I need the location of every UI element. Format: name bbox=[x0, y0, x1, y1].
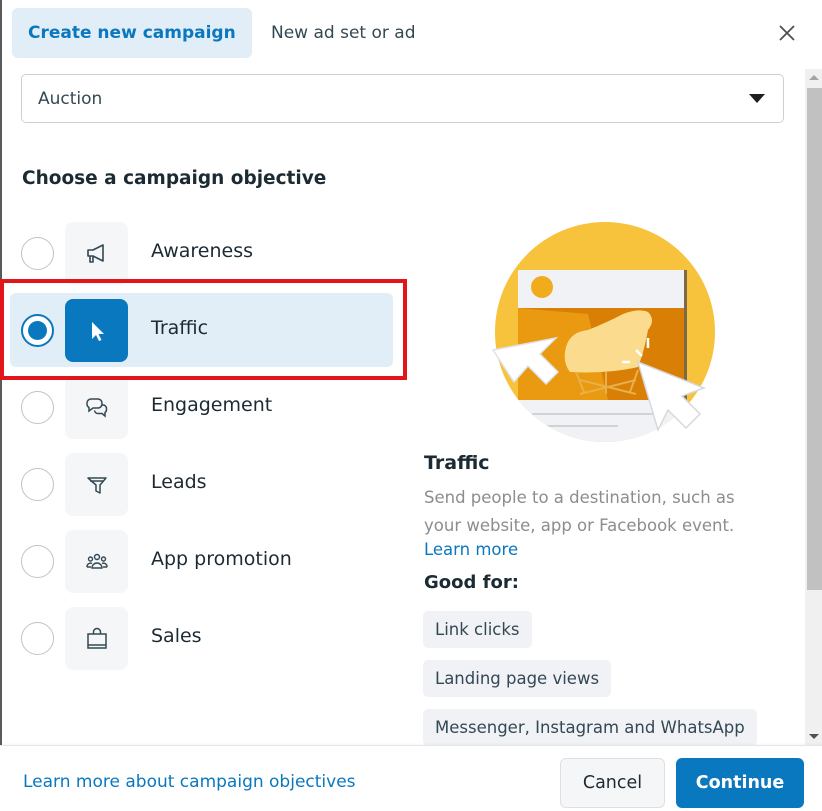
good-for-tag: Link clicks bbox=[423, 611, 532, 648]
window-edge bbox=[0, 0, 2, 811]
continue-button[interactable]: Continue bbox=[676, 758, 804, 808]
scrollbar[interactable] bbox=[805, 69, 822, 745]
megaphone-icon bbox=[86, 243, 104, 263]
objective-label: Sales bbox=[151, 625, 202, 647]
dialog-footer: Learn more about campaign objectives Can… bbox=[0, 745, 822, 811]
cursor-icon bbox=[91, 321, 104, 341]
objective-label: Traffic bbox=[151, 317, 209, 339]
shopping-bag-icon bbox=[86, 627, 107, 649]
objective-engagement[interactable]: Engagement bbox=[10, 370, 393, 444]
good-for-tag: Messenger, Instagram and WhatsApp bbox=[423, 709, 757, 746]
objective-radio[interactable] bbox=[21, 391, 54, 424]
learn-more-link[interactable]: Learn more bbox=[424, 540, 518, 559]
objective-radio[interactable] bbox=[21, 237, 54, 270]
buying-type-value: Auction bbox=[38, 88, 103, 109]
chat-bubbles-icon bbox=[85, 397, 107, 418]
scroll-down-arrow-icon[interactable] bbox=[809, 734, 819, 739]
objective-radio[interactable] bbox=[21, 468, 54, 501]
objective-icon-tile bbox=[65, 607, 128, 670]
detail-description: Send people to a destination, such as yo… bbox=[424, 488, 735, 535]
objective-label: App promotion bbox=[151, 548, 292, 570]
objective-app-promotion[interactable]: App promotion bbox=[10, 524, 393, 598]
buying-type-dropdown[interactable]: Auction bbox=[21, 74, 784, 123]
objective-icon-tile bbox=[65, 299, 128, 362]
objective-label: Engagement bbox=[151, 394, 273, 416]
objective-section-title: Choose a campaign objective bbox=[22, 168, 327, 189]
cancel-button[interactable]: Cancel bbox=[560, 758, 665, 808]
objective-radio[interactable] bbox=[21, 545, 54, 578]
objective-radio[interactable] bbox=[21, 622, 54, 655]
detail-title: Traffic bbox=[424, 452, 490, 474]
objective-icon-tile bbox=[65, 530, 128, 593]
good-for-tag: Landing page views bbox=[423, 660, 612, 697]
tab-create-new-campaign[interactable]: Create new campaign bbox=[12, 8, 252, 58]
close-icon bbox=[779, 25, 795, 41]
objective-label: Leads bbox=[151, 471, 207, 493]
people-icon bbox=[85, 553, 108, 569]
scrollbar-thumb[interactable] bbox=[807, 88, 822, 590]
traffic-illustration bbox=[491, 222, 715, 442]
objective-sales[interactable]: Sales bbox=[10, 601, 393, 675]
good-for-label: Good for: bbox=[424, 572, 519, 593]
objective-leads[interactable]: Leads bbox=[10, 447, 393, 521]
objective-icon-tile bbox=[65, 453, 128, 516]
learn-more-objectives-link[interactable]: Learn more about campaign objectives bbox=[23, 772, 356, 792]
objective-label: Awareness bbox=[151, 240, 254, 262]
objective-awareness[interactable]: Awareness bbox=[10, 216, 393, 290]
close-button[interactable] bbox=[774, 20, 800, 46]
funnel-icon bbox=[86, 476, 107, 494]
objective-radio[interactable] bbox=[21, 314, 54, 347]
objective-traffic[interactable]: Traffic bbox=[10, 293, 393, 367]
objective-icon-tile bbox=[65, 222, 128, 285]
caret-down-icon bbox=[749, 94, 765, 103]
scroll-up-arrow-icon[interactable] bbox=[809, 75, 819, 80]
tab-new-ad-set-or-ad[interactable]: New ad set or ad bbox=[255, 8, 431, 58]
objective-icon-tile bbox=[65, 376, 128, 439]
